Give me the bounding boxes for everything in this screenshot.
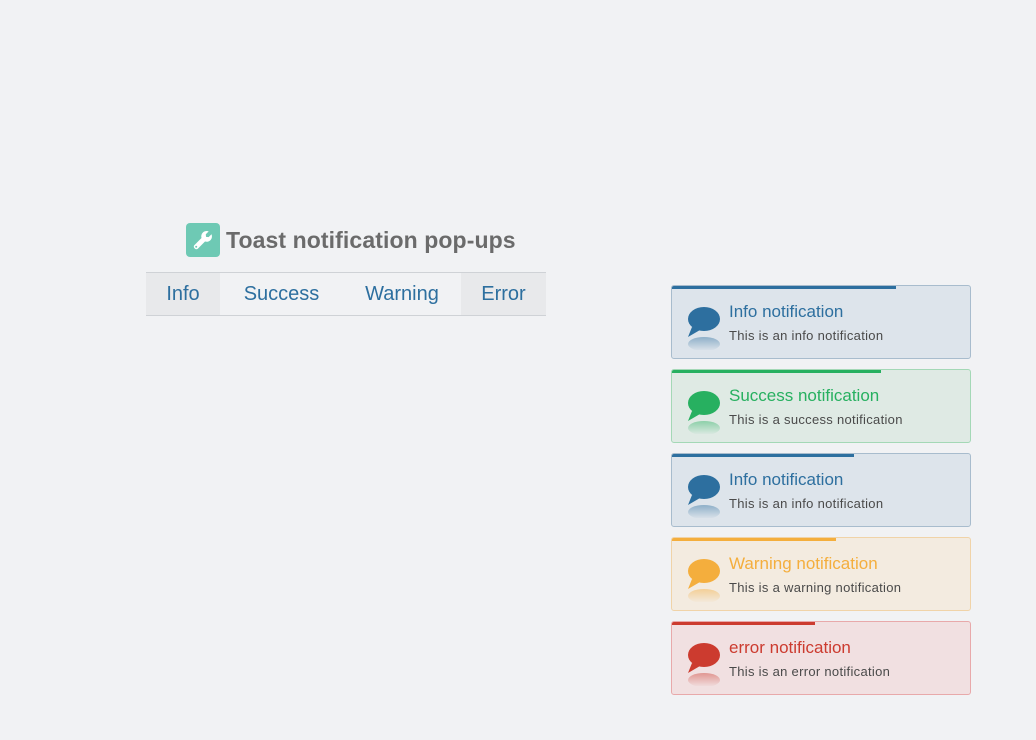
toast-progress-bar bbox=[672, 370, 881, 373]
toast-progress-bar bbox=[672, 454, 854, 457]
page-title: Toast notification pop-ups bbox=[226, 226, 516, 253]
toast-title: Warning notification bbox=[729, 554, 878, 573]
toast-progress-bar bbox=[672, 622, 816, 625]
toast-message: This is a success notification bbox=[729, 412, 903, 427]
toast-message: This is an error notification bbox=[729, 664, 891, 679]
toast-title: Success notification bbox=[729, 386, 880, 405]
toast-info[interactable]: Info notification This is an info notific… bbox=[671, 285, 971, 359]
toast-info[interactable]: Info notification This is an info notific… bbox=[671, 453, 971, 527]
toast-message: This is an info notification bbox=[729, 328, 884, 343]
speech-bubble-icon bbox=[686, 474, 722, 519]
toast-progress-bar bbox=[672, 286, 896, 289]
speech-bubble-icon bbox=[686, 390, 722, 435]
speech-bubble-icon bbox=[686, 306, 722, 351]
toast-error[interactable]: error notification This is an error notif… bbox=[671, 621, 971, 695]
notification-button-bar: Info Success Warning Error bbox=[146, 272, 546, 316]
error-button[interactable]: Error bbox=[461, 273, 546, 315]
toast-warning[interactable]: Warning notification This is a warning no… bbox=[671, 537, 971, 611]
wrench-icon bbox=[186, 223, 220, 257]
toast-title: error notification bbox=[729, 638, 851, 657]
toast-progress-bar bbox=[672, 538, 836, 541]
info-button[interactable]: Info bbox=[146, 273, 220, 315]
toast-title: Info notification bbox=[729, 470, 844, 489]
toast-success[interactable]: Success notification This is a success no… bbox=[671, 369, 971, 443]
toast-message: This is an info notification bbox=[729, 496, 884, 511]
toast-title: Info notification bbox=[729, 302, 844, 321]
warning-button[interactable]: Warning bbox=[343, 273, 461, 315]
speech-bubble-icon bbox=[686, 642, 722, 687]
speech-bubble-icon bbox=[686, 558, 722, 603]
success-button[interactable]: Success bbox=[220, 273, 343, 315]
toast-message: This is a warning notification bbox=[729, 580, 902, 595]
demo-header: Toast notification pop-ups bbox=[186, 223, 516, 257]
